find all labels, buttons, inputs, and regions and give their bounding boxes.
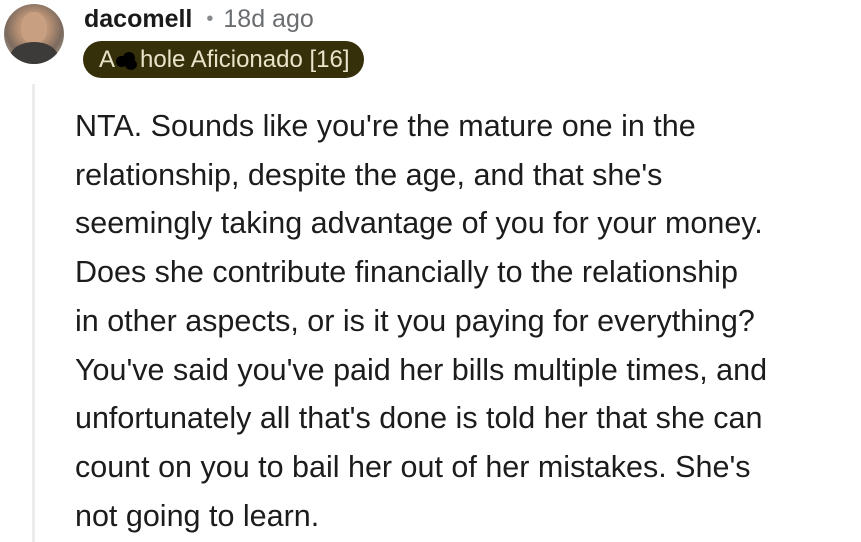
censor-blot-icon [116, 50, 138, 70]
comment-line: You've said you've paid her bills multip… [75, 352, 768, 387]
timestamp: 18d ago [223, 4, 314, 33]
user-avatar[interactable] [4, 4, 64, 64]
comment-line: Does she contribute financially to the r… [75, 255, 738, 290]
comment-line: unfortunately all that's done is told he… [75, 401, 763, 436]
comment-line: count on you to bail her out of her mist… [75, 449, 751, 484]
comment-line: not going to learn. [75, 498, 320, 533]
comment-line: seemingly taking advantage of you for yo… [75, 206, 763, 241]
comment-body: NTA. Sounds like you're the mature one i… [75, 102, 859, 540]
avatar-shirt [10, 42, 58, 64]
comment-header: dacomell • 18d ago [84, 2, 314, 36]
separator-dot: • [206, 7, 214, 30]
comment: dacomell • 18d ago A hole Aficionado [16… [0, 0, 861, 542]
flair-suffix: hole Aficionado [16] [140, 46, 350, 73]
avatar-face [21, 12, 47, 44]
thread-collapse-line[interactable] [32, 84, 35, 542]
comment-line: in other aspects, or is it you paying fo… [75, 303, 755, 338]
comment-line: relationship, despite the age, and that … [75, 157, 663, 192]
comment-line: NTA. Sounds like you're the mature one i… [75, 109, 696, 143]
username-link[interactable]: dacomell [84, 5, 192, 34]
user-flair: A hole Aficionado [16] [83, 41, 364, 78]
flair-prefix: A [99, 46, 116, 73]
